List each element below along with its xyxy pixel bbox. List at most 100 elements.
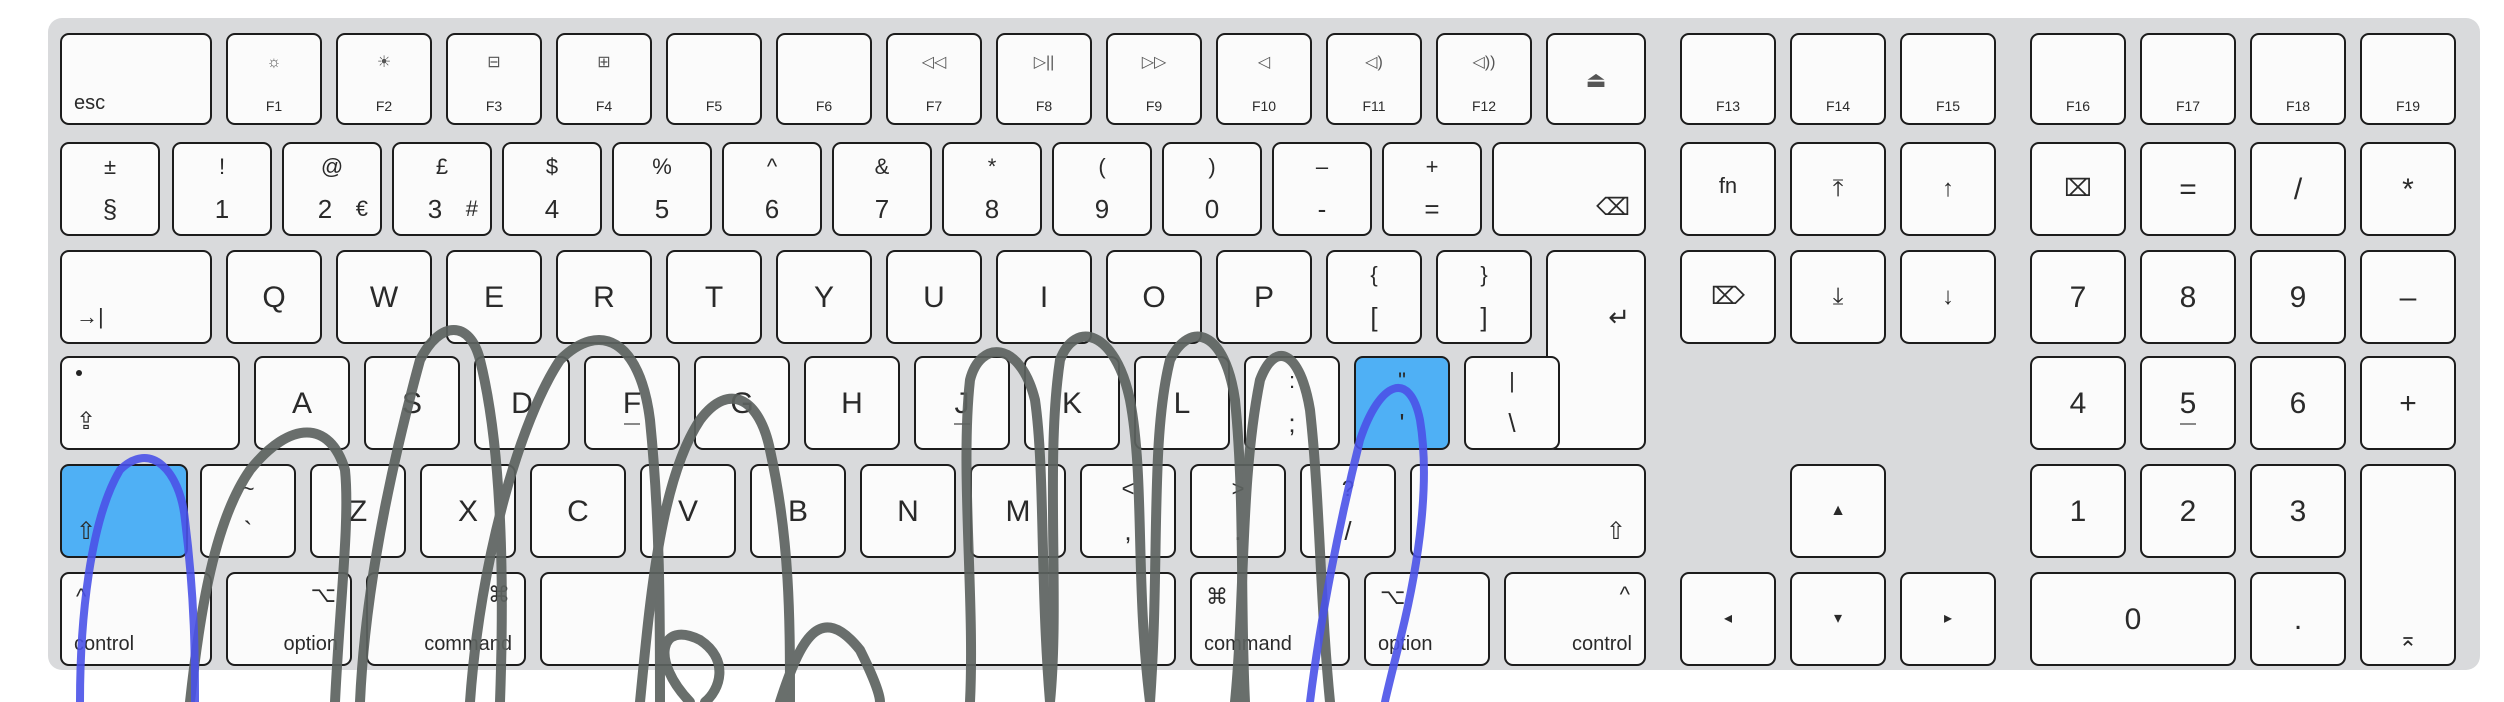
key-right[interactable]: ▸ <box>1900 572 1996 666</box>
key-r[interactable]: R <box>556 250 652 344</box>
key-roption[interactable]: ⌥ option <box>1364 572 1490 666</box>
key-kp-minus[interactable]: – <box>2360 250 2456 344</box>
key-backslash[interactable]: | \ <box>1464 356 1560 450</box>
key-section[interactable]: ± § <box>60 142 160 236</box>
key-kp1[interactable]: 1 <box>2030 464 2126 558</box>
key-f10[interactable]: ◁ F10 <box>1216 33 1312 125</box>
key-lshift[interactable]: ⇧ <box>60 464 188 558</box>
key-f13[interactable]: F13 <box>1680 33 1776 125</box>
key-f19[interactable]: F19 <box>2360 33 2456 125</box>
key-pagedown[interactable]: ↓ <box>1900 250 1996 344</box>
key-kp7[interactable]: 7 <box>2030 250 2126 344</box>
key-8[interactable]: * 8 <box>942 142 1042 236</box>
key-lcommand[interactable]: ⌘ command <box>366 572 526 666</box>
key-2[interactable]: @2 € <box>282 142 382 236</box>
key-i[interactable]: I <box>996 250 1092 344</box>
key-return[interactable]: ↵ <box>1546 250 1646 450</box>
key-f16[interactable]: F16 <box>2030 33 2126 125</box>
key-space[interactable] <box>540 572 1176 666</box>
key-kp5[interactable]: 5 <box>2140 356 2236 450</box>
key-f17[interactable]: F17 <box>2140 33 2236 125</box>
key-f14[interactable]: F14 <box>1790 33 1886 125</box>
key-f7[interactable]: ◁◁ F7 <box>886 33 982 125</box>
key-eject[interactable]: ⏏ <box>1546 33 1646 125</box>
key-semicolon[interactable]: :; <box>1244 356 1340 450</box>
key-rshift[interactable]: ⇧ <box>1410 464 1646 558</box>
key-9[interactable]: (9 <box>1052 142 1152 236</box>
key-equals[interactable]: + = <box>1382 142 1482 236</box>
key-x[interactable]: X <box>420 464 516 558</box>
key-fn[interactable]: fn <box>1680 142 1776 236</box>
key-kp0[interactable]: 0 <box>2030 572 2236 666</box>
key-f11[interactable]: ◁) F11 <box>1326 33 1422 125</box>
key-f6[interactable]: F6 <box>776 33 872 125</box>
key-grave[interactable]: ~ ` <box>200 464 296 558</box>
key-kp6[interactable]: 6 <box>2250 356 2346 450</box>
key-o[interactable]: O <box>1106 250 1202 344</box>
key-kp-plus[interactable]: + <box>2360 356 2456 450</box>
key-t[interactable]: T <box>666 250 762 344</box>
key-up[interactable]: ▲ <box>1790 464 1886 558</box>
key-lbrace[interactable]: {[ <box>1326 250 1422 344</box>
key-f12[interactable]: ◁)) F12 <box>1436 33 1532 125</box>
key-comma[interactable]: <, <box>1080 464 1176 558</box>
key-5[interactable]: % 5 <box>612 142 712 236</box>
key-y[interactable]: Y <box>776 250 872 344</box>
key-slash[interactable]: ? / <box>1300 464 1396 558</box>
key-kp8[interactable]: 8 <box>2140 250 2236 344</box>
key-esc[interactable]: esc <box>60 33 212 125</box>
key-k[interactable]: K <box>1024 356 1120 450</box>
key-f15[interactable]: F15 <box>1900 33 1996 125</box>
key-g[interactable]: G <box>694 356 790 450</box>
key-kp-dot[interactable]: . <box>2250 572 2346 666</box>
key-u[interactable]: U <box>886 250 982 344</box>
key-v[interactable]: V <box>640 464 736 558</box>
key-d[interactable]: D <box>474 356 570 450</box>
key-3[interactable]: £3 # <box>392 142 492 236</box>
key-caps[interactable]: ⇪ <box>60 356 240 450</box>
key-kp4[interactable]: 4 <box>2030 356 2126 450</box>
key-s[interactable]: S <box>364 356 460 450</box>
key-kp2[interactable]: 2 <box>2140 464 2236 558</box>
key-0[interactable]: ) 0 <box>1162 142 1262 236</box>
key-f18[interactable]: F18 <box>2250 33 2346 125</box>
key-down[interactable]: ▾ <box>1790 572 1886 666</box>
key-f9[interactable]: ▷▷ F9 <box>1106 33 1202 125</box>
key-period[interactable]: >. <box>1190 464 1286 558</box>
key-kp3[interactable]: 3 <box>2250 464 2346 558</box>
key-end[interactable]: ⤓ <box>1790 250 1886 344</box>
key-kp-enter[interactable]: ⌅ <box>2360 464 2456 666</box>
key-kp-star[interactable]: * <box>2360 142 2456 236</box>
key-tab[interactable]: →| <box>60 250 212 344</box>
key-delete[interactable]: ⌫ <box>1492 142 1646 236</box>
key-m[interactable]: M <box>970 464 1066 558</box>
key-n[interactable]: N <box>860 464 956 558</box>
key-rcommand[interactable]: ⌘ command <box>1190 572 1350 666</box>
key-home[interactable]: ⤒ <box>1790 142 1886 236</box>
key-7[interactable]: & 7 <box>832 142 932 236</box>
key-f[interactable]: F <box>584 356 680 450</box>
key-fwd-delete[interactable]: ⌦ <box>1680 250 1776 344</box>
key-minus[interactable]: – - <box>1272 142 1372 236</box>
key-b[interactable]: B <box>750 464 846 558</box>
key-a[interactable]: A <box>254 356 350 450</box>
key-j[interactable]: J <box>914 356 1010 450</box>
key-pageup[interactable]: ↑ <box>1900 142 1996 236</box>
key-kp9[interactable]: 9 <box>2250 250 2346 344</box>
key-w[interactable]: W <box>336 250 432 344</box>
key-f2[interactable]: ☀ F2 <box>336 33 432 125</box>
key-q[interactable]: Q <box>226 250 322 344</box>
key-quote[interactable]: " ' <box>1354 356 1450 450</box>
key-rbrace[interactable]: }] <box>1436 250 1532 344</box>
key-loption[interactable]: ⌥ option <box>226 572 352 666</box>
key-f3[interactable]: ⊟ F3 <box>446 33 542 125</box>
key-h[interactable]: H <box>804 356 900 450</box>
key-l[interactable]: L <box>1134 356 1230 450</box>
key-f5[interactable]: F5 <box>666 33 762 125</box>
key-6[interactable]: ^ 6 <box>722 142 822 236</box>
key-rcontrol[interactable]: ^ control <box>1504 572 1646 666</box>
key-4[interactable]: $4 <box>502 142 602 236</box>
key-f8[interactable]: ▷|| F8 <box>996 33 1092 125</box>
key-f1[interactable]: ☼ F1 <box>226 33 322 125</box>
key-1[interactable]: ! 1 <box>172 142 272 236</box>
